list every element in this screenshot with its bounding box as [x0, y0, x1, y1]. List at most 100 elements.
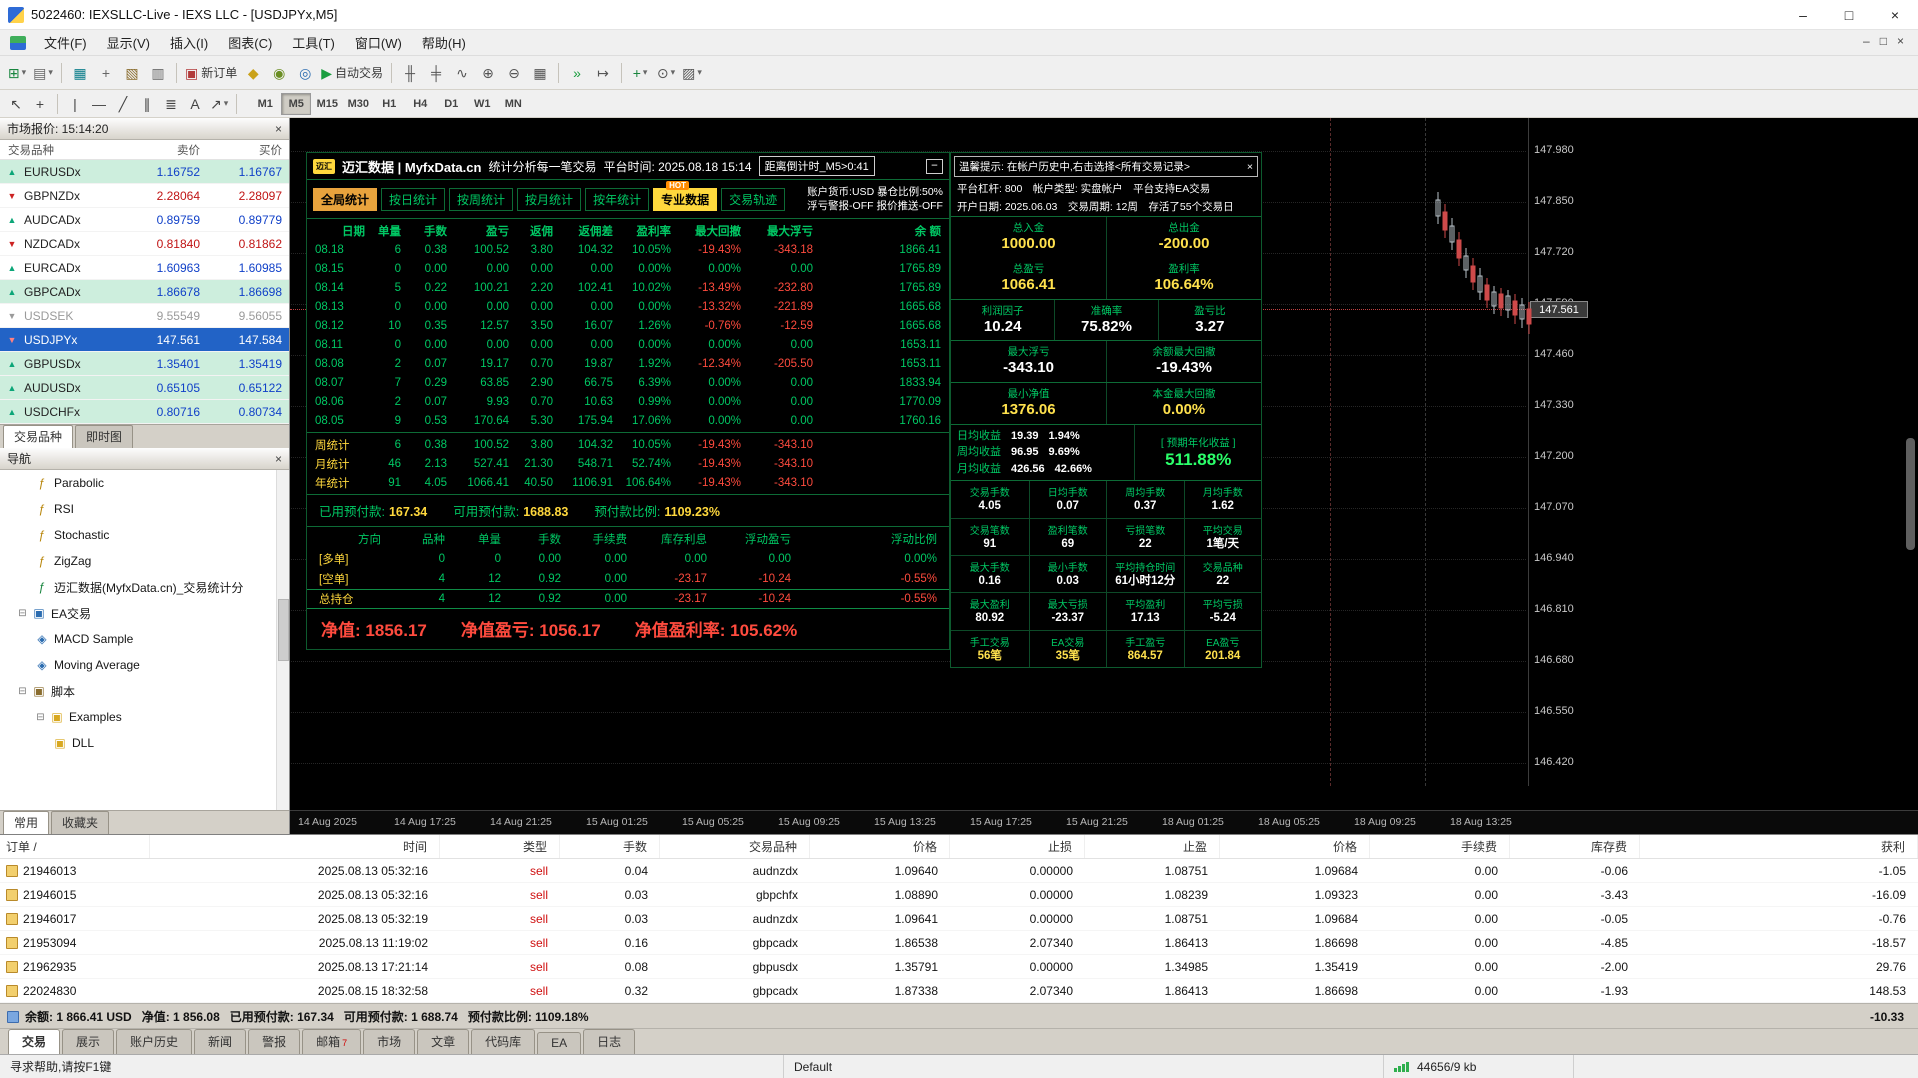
market-watch-row[interactable]: ▲ EURCADx 1.60963 1.60985 [0, 256, 289, 280]
toolbar-button[interactable]: ◆ [240, 61, 266, 85]
market-watch-row[interactable]: ▲ USDCHFx 0.80716 0.80734 [0, 400, 289, 424]
stats-tab[interactable]: 按年统计 [585, 187, 650, 211]
terminal-tab[interactable]: 代码库 [471, 1029, 536, 1054]
column-header[interactable]: 交易品种 [660, 835, 810, 858]
terminal-tab[interactable]: 日志 [583, 1029, 636, 1054]
maximize-button[interactable]: □ [1826, 0, 1872, 29]
market-watch-row[interactable]: ▲ EURUSDx 1.16752 1.16767 [0, 160, 289, 184]
toolbar-button[interactable]: ╪ [423, 61, 449, 85]
timeframe-button[interactable]: MN [498, 93, 528, 115]
minimize-button[interactable]: – [1780, 0, 1826, 29]
stats-tab[interactable]: 按日统计 [381, 187, 446, 211]
navigator-item[interactable]: ƒ ZigZag [0, 548, 289, 574]
toolbar-button[interactable]: ▥ [145, 61, 171, 85]
chart-area[interactable]: 147.980147.850147.720147.590147.460147.3… [290, 118, 1918, 834]
navigator-item[interactable]: ƒ Stochastic [0, 522, 289, 548]
timeframe-button[interactable]: H1 [374, 93, 404, 115]
market-watch-row[interactable]: ▼ USDJPYx 147.561 147.584 [0, 328, 289, 352]
chart-scrollbar[interactable] [1906, 438, 1915, 550]
terminal-tab[interactable]: 账户历史 [116, 1029, 193, 1054]
toolbar-button[interactable]: ▦ [527, 61, 553, 85]
navigator-item[interactable]: ⊟ ▣ 脚本 [0, 678, 289, 704]
timeframe-button[interactable]: M30 [343, 93, 373, 115]
stats-tab[interactable]: 按月统计 [517, 187, 582, 211]
drawing-tool-button[interactable]: A [183, 93, 207, 115]
market-watch-tab[interactable]: 即时图 [75, 425, 134, 448]
menu-item[interactable]: 文件(F) [34, 30, 97, 55]
tree-expand-icon[interactable]: ⊟ [16, 608, 29, 619]
timeframe-button[interactable]: D1 [436, 93, 466, 115]
order-row[interactable]: 22024830 2025.08.15 18:32:58 sell 0.32 g… [0, 979, 1918, 1003]
navigator-close-icon[interactable]: × [275, 452, 282, 466]
toolbar-button[interactable]: » [564, 61, 590, 85]
tree-expand-icon[interactable]: ⊟ [16, 686, 29, 697]
timeframe-button[interactable]: M5 [281, 92, 312, 115]
toolbar-button[interactable]: ⊖ [501, 61, 527, 85]
mdi-minimize-button[interactable]: – [1863, 34, 1870, 48]
navigator-item[interactable]: ƒ RSI [0, 496, 289, 522]
terminal-tab[interactable]: 市场 [363, 1029, 416, 1054]
column-header[interactable]: 订单 / [0, 835, 150, 858]
terminal-tab[interactable]: 文章 [417, 1029, 470, 1054]
menu-item[interactable]: 窗口(W) [345, 30, 412, 55]
drawing-tool-button[interactable]: ∥ [135, 93, 159, 115]
stats-tab[interactable]: 全局统计 [313, 187, 378, 211]
close-button[interactable]: × [1872, 0, 1918, 29]
order-row[interactable]: 21946013 2025.08.13 05:32:16 sell 0.04 a… [0, 859, 1918, 883]
drawing-tool-button[interactable]: ╱ [111, 93, 135, 115]
navigator-item[interactable]: ƒ 迈汇数据(MyfxData.cn)_交易统计分 [0, 574, 289, 600]
timeframe-button[interactable]: M1 [250, 93, 280, 115]
terminal-tab[interactable]: 新闻 [194, 1029, 247, 1054]
toolbar-button[interactable] [558, 62, 560, 83]
navigator-tab[interactable]: 收藏夹 [51, 811, 110, 834]
toolbar-button[interactable]: ▤ ▾ [30, 61, 56, 85]
order-row[interactable]: 21946017 2025.08.13 05:32:19 sell 0.03 a… [0, 907, 1918, 931]
toolbar-button[interactable]: ◎ [292, 61, 318, 85]
navigator-tab[interactable]: 常用 [3, 811, 50, 834]
market-watch-row[interactable]: ▲ GBPCADx 1.86678 1.86698 [0, 280, 289, 304]
column-header[interactable]: 时间 [150, 835, 440, 858]
timeframe-button[interactable]: H4 [405, 93, 435, 115]
navigator-scrollbar[interactable] [276, 470, 289, 810]
column-header[interactable]: 价格 [1220, 835, 1370, 858]
column-header[interactable]: 止损 [950, 835, 1085, 858]
toolbar-button[interactable] [391, 62, 393, 83]
toolbar-button[interactable]: ⊕ [475, 61, 501, 85]
column-header[interactable]: 获利 [1640, 835, 1918, 858]
toolbar-button[interactable]: ▧ [119, 61, 145, 85]
market-watch-row[interactable]: ▼ NZDCADx 0.81840 0.81862 [0, 232, 289, 256]
terminal-tab[interactable]: 交易 [8, 1029, 61, 1054]
toolbar-button[interactable] [61, 62, 62, 83]
stats-tab[interactable]: 按周统计 [449, 187, 514, 211]
drawing-tool-button[interactable]: + [28, 93, 52, 115]
market-watch-row[interactable]: ▼ USDSEK 9.55549 9.56055 [0, 304, 289, 328]
mdi-restore-button[interactable]: □ [1880, 34, 1887, 48]
toolbar-button[interactable]: ◉ [266, 61, 292, 85]
toolbar-button[interactable]: + ▾ [627, 61, 653, 85]
menu-item[interactable]: 图表(C) [218, 30, 282, 55]
toolbar-button[interactable]: ↦ [590, 61, 616, 85]
mdi-close-button[interactable]: × [1897, 34, 1904, 48]
time-axis[interactable]: 14 Aug 2025 14 Aug 17:25 14 Aug 21:25 15 Au… [290, 810, 1918, 834]
timeframe-button[interactable]: W1 [467, 93, 497, 115]
order-row[interactable]: 21953094 2025.08.13 11:19:02 sell 0.16 g… [0, 931, 1918, 955]
terminal-tab[interactable]: 展示 [62, 1029, 115, 1054]
notice-close-icon[interactable]: × [1243, 161, 1253, 173]
terminal-tab[interactable]: EA [537, 1032, 582, 1054]
column-header[interactable]: 类型 [440, 835, 560, 858]
drawing-tool-button[interactable] [236, 93, 238, 114]
market-watch-tab[interactable]: 交易品种 [3, 425, 74, 448]
market-watch-row[interactable]: ▼ GBPNZDx 2.28064 2.28097 [0, 184, 289, 208]
menu-item[interactable]: 显示(V) [97, 30, 160, 55]
toolbar-button[interactable]: + [93, 61, 119, 85]
market-watch-row[interactable]: ▲ AUDCADx 0.89759 0.89779 [0, 208, 289, 232]
order-row[interactable]: 21962935 2025.08.13 17:21:14 sell 0.08 g… [0, 955, 1918, 979]
terminal-tab[interactable]: 警报 [248, 1029, 301, 1054]
drawing-tool-button[interactable] [57, 93, 58, 114]
toolbar-button[interactable]: ▨ ▾ [679, 61, 705, 85]
drawing-tool-button[interactable]: ↗ ▾ [207, 93, 231, 115]
toolbar-button[interactable]: ∿ [449, 61, 475, 85]
toolbar-button[interactable]: ⊞ ▾ [4, 61, 30, 85]
navigator-item[interactable]: ƒ Parabolic [0, 470, 289, 496]
menu-item[interactable]: 帮助(H) [412, 30, 476, 55]
